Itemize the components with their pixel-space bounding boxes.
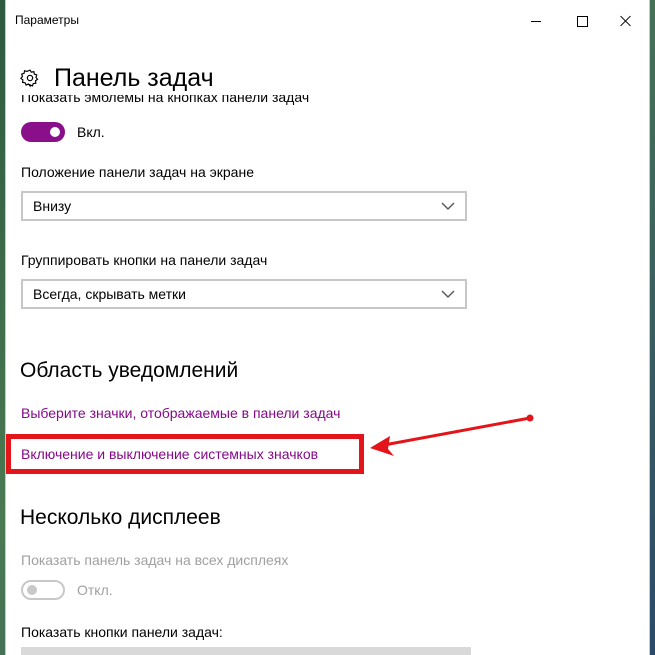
show-all-displays-label: Показать панель задач на всех дисплеях [21,552,289,568]
toggle-knob [27,585,37,595]
taskbar-buttons-dropdown-partial[interactable] [21,647,471,655]
multi-display-section-title: Несколько дисплеев [20,506,221,529]
taskbar-buttons-label: Показать кнопки панели задач: [21,624,223,640]
show-all-displays-toggle[interactable] [21,580,65,600]
settings-window: Параметры Панель задач Показать эмблемы … [6,0,649,655]
show-all-displays-toggle-state: Откл. [77,582,113,598]
